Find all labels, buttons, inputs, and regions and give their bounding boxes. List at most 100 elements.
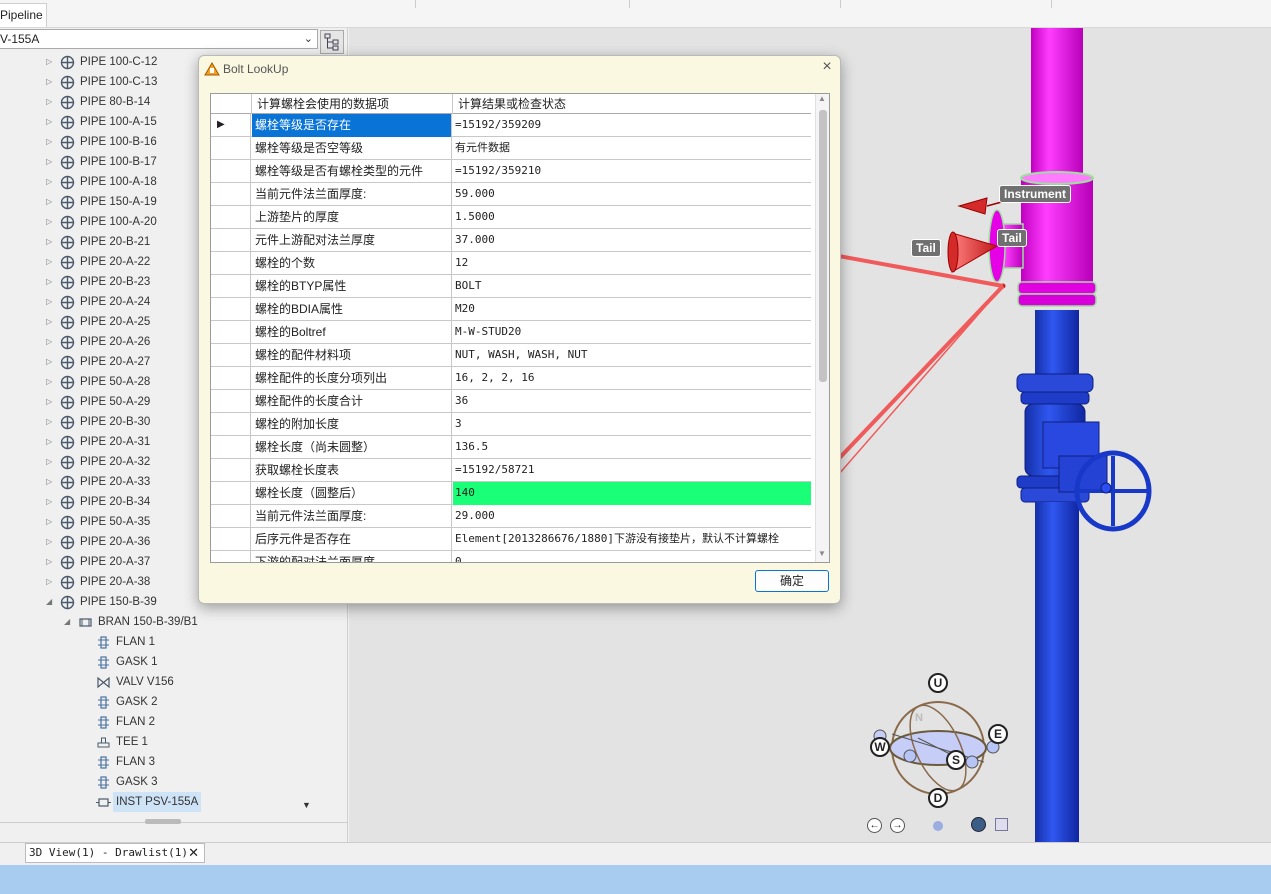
column-header-item[interactable]: 计算螺栓会使用的数据项 — [252, 94, 453, 114]
grid-cell-item[interactable]: 元件上游配对法兰厚度 — [252, 229, 452, 252]
grid-cell-result[interactable]: NUT, WASH, WASH, NUT — [453, 344, 811, 367]
grid-row[interactable]: 螺栓等级是否空等级 有元件数据 — [211, 137, 811, 160]
row-header[interactable] — [211, 229, 251, 252]
expand-icon[interactable]: ▷ — [46, 72, 56, 92]
expand-icon[interactable]: ▷ — [46, 312, 56, 332]
grid-row[interactable]: 上游垫片的厚度 1.5000 — [211, 206, 811, 229]
grid-row[interactable]: 当前元件法兰面厚度: 59.000 — [211, 183, 811, 206]
compass-up-button[interactable]: U — [928, 673, 948, 693]
grid-row[interactable]: 螺栓长度（圆整后） 140 — [211, 482, 811, 505]
expand-icon[interactable]: ▷ — [46, 212, 56, 232]
grid-cell-item[interactable]: 当前元件法兰面厚度: — [252, 183, 452, 206]
home-dot-icon[interactable] — [933, 821, 943, 831]
grid-row[interactable]: 螺栓配件的长度分项列出 16, 2, 2, 16 — [211, 367, 811, 390]
globe-icon[interactable] — [971, 817, 986, 832]
row-header[interactable] — [211, 367, 251, 390]
row-header[interactable] — [211, 459, 251, 482]
row-header[interactable] — [211, 252, 251, 275]
expand-icon[interactable]: ▷ — [46, 52, 56, 72]
close-icon[interactable]: × — [819, 58, 835, 76]
tree-item[interactable]: VALV V156 — [0, 672, 318, 692]
row-header[interactable] — [211, 436, 251, 459]
tree-item[interactable]: GASK 1 — [0, 652, 318, 672]
grid-cell-item[interactable]: 螺栓长度（圆整后） — [252, 482, 452, 505]
row-header[interactable] — [211, 482, 251, 505]
expand-icon[interactable]: ▷ — [46, 192, 56, 212]
scrollbar-thumb[interactable] — [819, 110, 827, 382]
compass-south-button[interactable]: S — [946, 750, 966, 770]
row-header[interactable] — [211, 528, 251, 551]
expand-icon[interactable]: ▷ — [46, 472, 56, 492]
grid-cell-item[interactable]: 螺栓的BDIA属性 — [252, 298, 452, 321]
grid-row[interactable]: 螺栓的个数 12 — [211, 252, 811, 275]
expand-icon[interactable]: ▷ — [46, 152, 56, 172]
grid-cell-result[interactable]: 16, 2, 2, 16 — [453, 367, 811, 390]
row-header[interactable]: ▶ — [211, 114, 251, 137]
tab-pipeline[interactable]: Pipeline — [0, 3, 47, 27]
grid-cell-item[interactable]: 螺栓等级是否存在 — [252, 114, 452, 137]
back-arrow-icon[interactable]: ← — [867, 818, 882, 833]
row-header[interactable] — [211, 344, 251, 367]
grid-row[interactable]: 获取螺栓长度表 =15192/58721 — [211, 459, 811, 482]
expand-icon[interactable]: ▷ — [46, 552, 56, 572]
cube-view-icon[interactable] — [995, 818, 1008, 831]
grid-scrollbar[interactable]: ▲ ▼ — [815, 94, 829, 562]
expand-icon[interactable]: ▷ — [46, 292, 56, 312]
grid-cell-item[interactable]: 螺栓的配件材料项 — [252, 344, 452, 367]
grid-row[interactable]: 下游的配对法兰面厚度 0 — [211, 551, 811, 562]
close-tab-icon[interactable]: ✕ — [188, 844, 199, 862]
expand-icon[interactable]: ▷ — [46, 432, 56, 452]
row-header[interactable] — [211, 505, 251, 528]
grid-cell-result[interactable]: M-W-STUD20 — [453, 321, 811, 344]
tree-item[interactable]: INST PSV-155A — [0, 792, 318, 812]
tree-item[interactable]: GASK 2 — [0, 692, 318, 712]
grid-cell-result[interactable]: BOLT — [453, 275, 811, 298]
expand-icon[interactable]: ▷ — [46, 392, 56, 412]
grid-cell-item[interactable]: 螺栓配件的长度合计 — [252, 390, 452, 413]
compass-east-button[interactable]: E — [988, 724, 1008, 744]
grid-cell-result[interactable]: 0 — [453, 551, 811, 562]
tree-item[interactable]: FLAN 1 — [0, 632, 318, 652]
grid-cell-item[interactable]: 螺栓配件的长度分项列出 — [252, 367, 452, 390]
expand-icon[interactable]: ▷ — [46, 332, 56, 352]
grid-cell-item[interactable]: 螺栓等级是否有螺栓类型的元件 — [252, 160, 452, 183]
grid-row[interactable]: 螺栓的附加长度 3 — [211, 413, 811, 436]
grid-cell-result[interactable]: 136.5 — [453, 436, 811, 459]
row-header[interactable] — [211, 298, 251, 321]
grid-row[interactable]: 螺栓的Boltref M-W-STUD20 — [211, 321, 811, 344]
context-select[interactable]: V-155A ⌄ — [0, 29, 318, 49]
grid-cell-result[interactable]: 1.5000 — [453, 206, 811, 229]
grid-row[interactable]: 后序元件是否存在 Element[2013286676/1880]下游没有接垫片，… — [211, 528, 811, 551]
tree-item[interactable]: ◢ BRAN 150-B-39/B1 — [0, 612, 318, 632]
expand-icon[interactable]: ▷ — [46, 232, 56, 252]
grid-row[interactable]: 元件上游配对法兰厚度 37.000 — [211, 229, 811, 252]
compass-west-button[interactable]: W — [870, 737, 890, 757]
grid-cell-result[interactable]: M20 — [453, 298, 811, 321]
grid-cell-result[interactable]: 37.000 — [453, 229, 811, 252]
grid-cell-item[interactable]: 螺栓的Boltref — [252, 321, 452, 344]
grid-cell-result[interactable]: 29.000 — [453, 505, 811, 528]
expand-icon[interactable]: ▷ — [46, 372, 56, 392]
collapse-icon[interactable]: ◢ — [46, 592, 56, 612]
row-header[interactable] — [211, 551, 251, 562]
expand-icon[interactable]: ▷ — [46, 532, 56, 552]
grid-cell-item[interactable]: 上游垫片的厚度 — [252, 206, 452, 229]
grid-cell-result[interactable]: 有元件数据 — [453, 137, 811, 160]
scroll-up-icon[interactable]: ▲ — [818, 94, 826, 103]
row-header[interactable] — [211, 137, 251, 160]
forward-arrow-icon[interactable]: → — [890, 818, 905, 833]
grid-row[interactable]: 螺栓的配件材料项 NUT, WASH, WASH, NUT — [211, 344, 811, 367]
grid-row[interactable]: 螺栓的BTYP属性 BOLT — [211, 275, 811, 298]
expand-icon[interactable]: ▷ — [46, 452, 56, 472]
grid-cell-item[interactable]: 后序元件是否存在 — [252, 528, 452, 551]
tree-item[interactable]: FLAN 2 — [0, 712, 318, 732]
grid-cell-result[interactable]: Element[2013286676/1880]下游没有接垫片，默认不计算螺栓 — [453, 528, 811, 551]
expand-icon[interactable]: ▷ — [46, 272, 56, 292]
tree-item[interactable]: TEE 1 — [0, 732, 318, 752]
row-header[interactable] — [211, 413, 251, 436]
grid-cell-result[interactable]: =15192/359210 — [453, 160, 811, 183]
grid-row[interactable]: 螺栓长度（尚未圆整） 136.5 — [211, 436, 811, 459]
grid-cell-result[interactable]: =15192/58721 — [453, 459, 811, 482]
tree-item[interactable]: GASK 3 — [0, 772, 318, 792]
grid-cell-item[interactable]: 螺栓长度（尚未圆整） — [252, 436, 452, 459]
